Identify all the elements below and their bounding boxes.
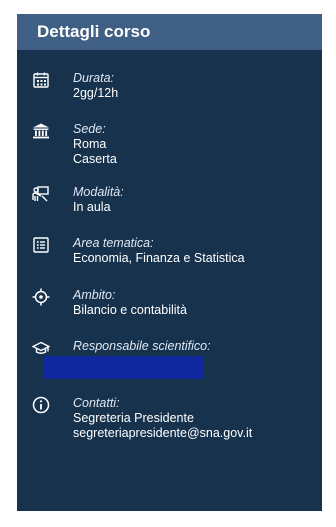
target-icon	[32, 288, 50, 306]
building-icon	[32, 122, 50, 140]
detail-label: Contatti:	[73, 396, 120, 410]
redaction-block	[44, 356, 203, 379]
list-icon	[32, 236, 50, 254]
detail-value: Caserta	[73, 152, 117, 166]
detail-label: Modalità:	[73, 185, 124, 199]
detail-value: Segreteria Presidente	[73, 411, 194, 425]
info-icon	[32, 396, 50, 414]
detail-value: Bilancio e contabilità	[73, 303, 187, 317]
detail-value: Roma	[73, 137, 107, 151]
detail-value: In aula	[73, 200, 111, 214]
detail-label: Durata:	[73, 71, 114, 85]
detail-label: Sede:	[73, 122, 106, 136]
contact-email-link[interactable]: segreteriapresidente@sna.gov.it	[73, 426, 314, 441]
course-details-panel: Dettagli corso Durata: 2gg/12h Sede: Rom…	[17, 14, 322, 511]
detail-label: Ambito:	[73, 288, 116, 302]
graduation-cap-icon	[32, 339, 50, 357]
detail-value: Economia, Finanza e Statistica	[73, 251, 245, 265]
detail-value: 2gg/12h	[73, 86, 119, 100]
panel-title: Dettagli corso	[17, 14, 322, 50]
calendar-icon	[32, 71, 50, 89]
presenter-icon	[32, 185, 50, 203]
detail-label: Responsabile scientifico:	[73, 339, 211, 353]
detail-label: Area tematica:	[73, 236, 154, 250]
